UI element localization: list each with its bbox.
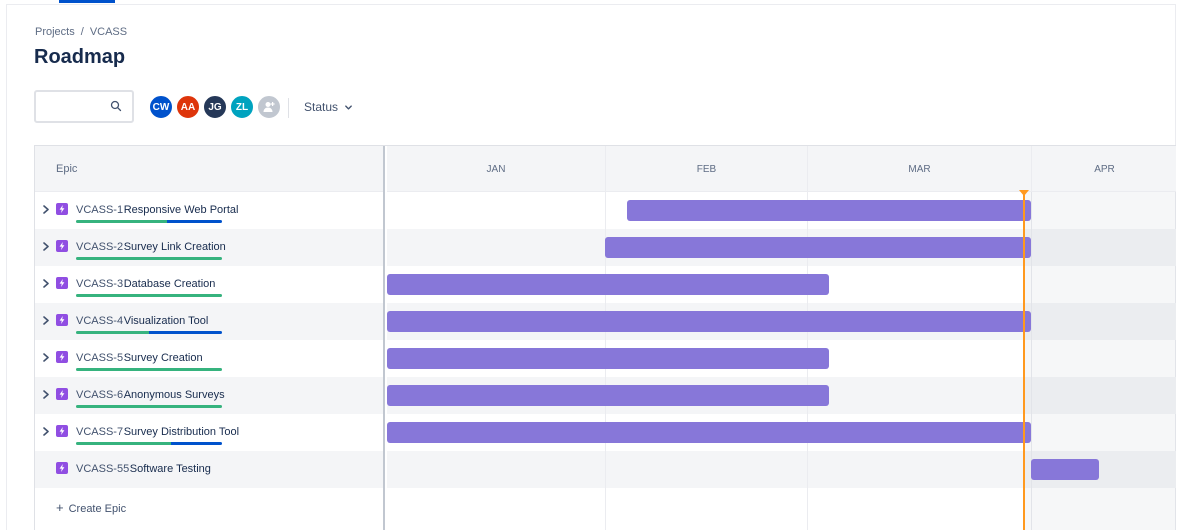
progress-done xyxy=(76,257,222,260)
plus-icon: + xyxy=(56,500,64,515)
month-header-jan: JAN xyxy=(486,164,506,175)
epic-column-header: Epic xyxy=(35,146,383,192)
epic-icon xyxy=(56,203,68,215)
epic-name[interactable]: Survey Creation xyxy=(124,352,203,364)
progress-in-progress xyxy=(170,442,222,445)
today-line xyxy=(1022,192,1025,530)
create-epic-button[interactable]: + Create Epic xyxy=(56,500,126,515)
epic-name[interactable]: Survey Distribution Tool xyxy=(124,426,239,438)
epic-icon xyxy=(56,314,68,326)
status-filter-button[interactable]: Status xyxy=(298,94,359,120)
chevron-right-icon[interactable] xyxy=(42,279,50,288)
epic-timeline-bar[interactable] xyxy=(605,237,1031,258)
avatar[interactable]: AA xyxy=(175,94,201,120)
epic-key[interactable]: VCASS-3 xyxy=(76,278,123,290)
epic-name[interactable]: Database Creation xyxy=(124,278,216,290)
progress-done xyxy=(76,405,222,408)
progress-done xyxy=(76,220,167,223)
epic-row[interactable]: VCASS-7 Survey Distribution Tool xyxy=(35,414,383,451)
avatar[interactable]: CW xyxy=(148,94,174,120)
avatar[interactable]: JG xyxy=(202,94,228,120)
chevron-right-icon[interactable] xyxy=(42,353,50,362)
epic-timeline-bar[interactable] xyxy=(387,311,1031,332)
timeline-header: JAN FEB MAR APR xyxy=(387,146,1176,192)
chevron-right-icon[interactable] xyxy=(42,316,50,325)
epic-key[interactable]: VCASS-2 xyxy=(76,241,123,253)
chevron-down-icon xyxy=(345,104,352,110)
add-people-button[interactable] xyxy=(256,94,282,120)
progress-in-progress xyxy=(166,220,222,223)
epic-timeline-bar[interactable] xyxy=(626,200,1031,221)
search-input[interactable] xyxy=(40,92,110,120)
progress-in-progress xyxy=(149,331,222,334)
epic-key[interactable]: VCASS-1 xyxy=(76,204,123,216)
active-nav-indicator xyxy=(59,0,115,3)
epic-progress-bar xyxy=(76,294,222,297)
progress-done xyxy=(76,368,222,371)
epic-name[interactable]: Software Testing xyxy=(130,463,211,475)
epic-name[interactable]: Anonymous Surveys xyxy=(124,389,225,401)
progress-done xyxy=(76,442,171,445)
breadcrumb-project-link[interactable]: VCASS xyxy=(90,26,127,38)
chevron-right-icon[interactable] xyxy=(42,205,50,214)
chevron-right-icon[interactable] xyxy=(42,390,50,399)
epic-timeline-bar[interactable] xyxy=(1031,459,1100,480)
epic-row[interactable]: VCASS-55 Software Testing xyxy=(35,451,383,488)
epic-progress-bar xyxy=(76,405,222,408)
epic-row[interactable]: VCASS-1 Responsive Web Portal xyxy=(35,192,383,229)
epic-key[interactable]: VCASS-4 xyxy=(76,315,123,327)
epic-timeline-bar[interactable] xyxy=(387,274,829,295)
epic-row[interactable]: VCASS-5 Survey Creation xyxy=(35,340,383,377)
month-header-mar: MAR xyxy=(807,146,1031,192)
epic-icon xyxy=(56,388,68,400)
search-box[interactable] xyxy=(34,90,134,123)
today-marker-icon xyxy=(1018,190,1029,196)
epic-name[interactable]: Visualization Tool xyxy=(124,315,209,327)
epic-icon xyxy=(56,277,68,289)
epic-progress-bar xyxy=(76,220,222,223)
epic-name[interactable]: Survey Link Creation xyxy=(124,241,226,253)
avatar[interactable]: ZL xyxy=(229,94,255,120)
toolbar-divider xyxy=(288,98,289,118)
epic-row[interactable]: VCASS-3 Database Creation xyxy=(35,266,383,303)
epic-row[interactable]: VCASS-6 Anonymous Surveys xyxy=(35,377,383,414)
progress-done xyxy=(76,294,222,297)
epic-timeline-bar[interactable] xyxy=(387,422,1031,443)
chevron-right-icon[interactable] xyxy=(42,242,50,251)
breadcrumb: Projects / VCASS xyxy=(35,26,127,38)
epic-key[interactable]: VCASS-5 xyxy=(76,352,123,364)
epic-timeline-bar[interactable] xyxy=(387,385,829,406)
epic-row[interactable]: VCASS-4 Visualization Tool xyxy=(35,303,383,340)
chevron-right-icon[interactable] xyxy=(42,427,50,436)
epic-icon xyxy=(56,462,68,474)
epic-icon xyxy=(56,240,68,252)
epic-row[interactable]: VCASS-2 Survey Link Creation xyxy=(35,229,383,266)
epic-column: Epic VCASS-1 Responsive Web Portal VCASS-2… xyxy=(35,146,385,530)
epic-key[interactable]: VCASS-6 xyxy=(76,389,123,401)
epic-timeline-bar[interactable] xyxy=(387,348,829,369)
epic-icon xyxy=(56,425,68,437)
search-icon xyxy=(110,100,122,112)
epic-key[interactable]: VCASS-55 xyxy=(76,463,129,475)
page-title: Roadmap xyxy=(34,46,126,68)
month-header-apr: APR xyxy=(1031,146,1176,192)
epic-name[interactable]: Responsive Web Portal xyxy=(124,204,239,216)
month-gridline xyxy=(605,146,606,530)
epic-progress-bar xyxy=(76,257,222,260)
epic-key[interactable]: VCASS-7 xyxy=(76,426,123,438)
epic-progress-bar xyxy=(76,442,222,445)
breadcrumb-projects-link[interactable]: Projects xyxy=(35,26,75,38)
breadcrumb-separator: / xyxy=(80,26,84,38)
month-header-feb: FEB xyxy=(605,146,807,192)
create-epic-row: + Create Epic xyxy=(35,488,383,525)
timeline-panel: JAN FEB MAR APR xyxy=(387,146,1176,530)
epic-progress-bar xyxy=(76,331,222,334)
create-epic-label: Create Epic xyxy=(68,503,127,515)
progress-done xyxy=(76,331,149,334)
status-filter-label: Status xyxy=(304,100,339,114)
epic-icon xyxy=(56,351,68,363)
roadmap-grid: Epic VCASS-1 Responsive Web Portal VCASS-2… xyxy=(34,145,1176,530)
add-person-icon xyxy=(263,102,275,112)
epic-progress-bar xyxy=(76,368,222,371)
